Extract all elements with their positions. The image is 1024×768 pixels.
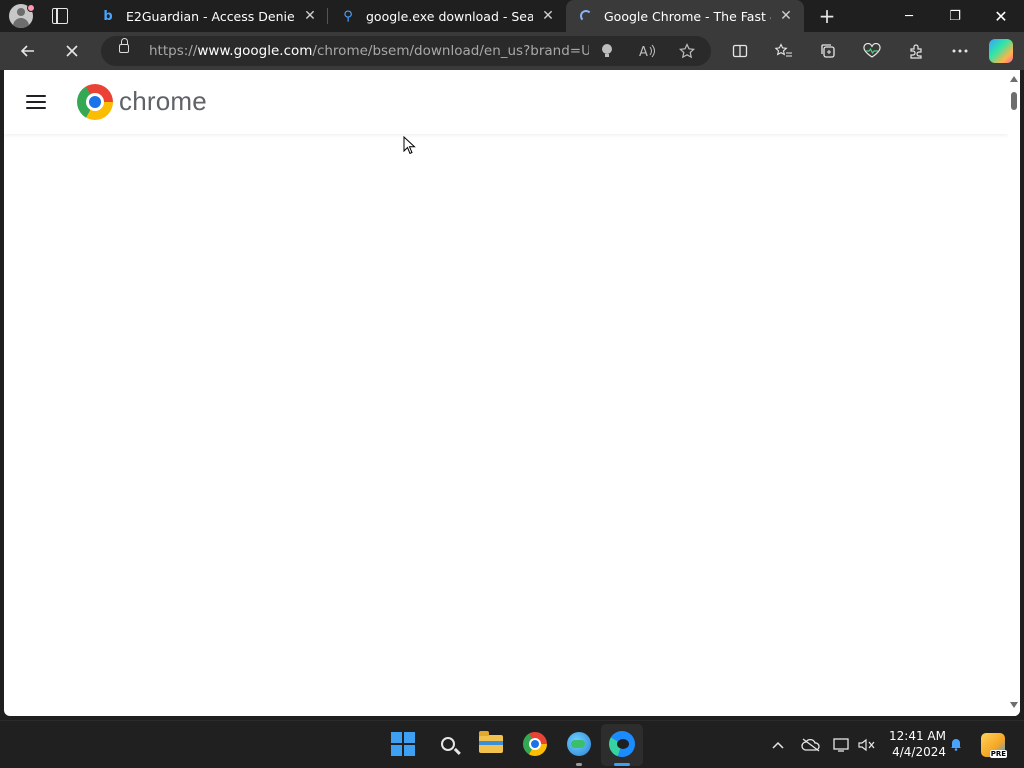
collections-icon <box>821 44 835 58</box>
bing-icon: b <box>103 8 113 24</box>
chrome-wordmark[interactable]: chrome <box>119 86 207 117</box>
url-text[interactable]: https://www.google.com/chrome/bsem/downl… <box>149 43 589 59</box>
windows-taskbar <box>0 720 1024 768</box>
vertical-scrollbar[interactable] <box>1008 70 1020 716</box>
edge-icon <box>609 731 635 757</box>
tab-title: Google Chrome - The Fast & Sec <box>604 8 771 24</box>
profile-notification-dot <box>27 4 35 12</box>
windows-start-icon <box>391 732 415 756</box>
tab-actions-icon[interactable] <box>52 8 68 24</box>
split-screen-icon <box>732 44 748 58</box>
favorites-list-icon <box>775 43 792 57</box>
show-hidden-icons-button[interactable] <box>768 733 788 757</box>
cloud-offline-icon <box>801 738 820 752</box>
start-button[interactable] <box>390 731 416 757</box>
tab-title: E2Guardian - Access Denied <box>126 8 295 24</box>
file-explorer-icon <box>479 731 503 753</box>
system-clock[interactable]: 12:41 AM 4/4/2024 <box>884 728 946 760</box>
chevron-up-icon <box>772 741 784 749</box>
monitor-network-icon <box>833 738 849 752</box>
chrome-logo-icon[interactable] <box>77 84 113 120</box>
tab-close-icon[interactable]: ✕ <box>777 7 795 25</box>
extensions-icon <box>910 44 922 59</box>
back-button[interactable] <box>16 39 40 63</box>
lock-icon[interactable] <box>119 38 129 53</box>
settings-more-button[interactable] <box>948 39 972 63</box>
tab-search[interactable]: ⚲ google.exe download - Search ✕ <box>328 0 566 32</box>
onedrive-button[interactable] <box>800 733 822 757</box>
extensions-button[interactable] <box>904 39 928 63</box>
mouse-cursor-icon <box>403 136 416 155</box>
clock-time: 12:41 AM <box>889 729 946 743</box>
minimize-button[interactable]: ─ <box>886 0 932 32</box>
running-indicator <box>576 763 582 766</box>
collections-button[interactable] <box>816 39 840 63</box>
chrome-site-header: chrome <box>4 70 1008 134</box>
scroll-thumb[interactable] <box>1011 92 1017 110</box>
preview-badge: PRE <box>989 750 1007 758</box>
network-button[interactable] <box>832 733 852 757</box>
scroll-up-arrow-icon[interactable] <box>1010 76 1018 82</box>
clock-date: 4/4/2024 <box>892 745 946 759</box>
back-arrow-icon <box>20 45 34 57</box>
file-explorer-button[interactable] <box>478 731 504 757</box>
tab-chrome-download[interactable]: Google Chrome - The Fast & Sec ✕ <box>566 0 804 32</box>
copilot-icon[interactable] <box>989 39 1013 63</box>
browser-essentials-button[interactable] <box>860 39 884 63</box>
maps-icon <box>567 732 591 756</box>
scroll-down-arrow-icon[interactable] <box>1010 702 1018 708</box>
taskbar-search-button[interactable] <box>435 731 461 757</box>
web-page: chrome <box>4 70 1020 716</box>
navigation-toolbar: https://www.google.com/chrome/bsem/downl… <box>0 32 1024 70</box>
favorite-star-icon[interactable] <box>677 41 697 61</box>
stop-icon <box>66 45 78 57</box>
edge-taskbar-button[interactable] <box>609 731 635 757</box>
speaker-muted-icon <box>858 738 875 752</box>
heart-pulse-icon <box>863 43 881 58</box>
notification-bell-icon[interactable] <box>949 737 963 751</box>
tab-title: google.exe download - Search <box>366 8 533 24</box>
loading-spinner-icon <box>578 8 594 24</box>
search-icon: ⚲ <box>343 8 353 24</box>
tab-close-icon[interactable]: ✕ <box>539 7 557 25</box>
lightbulb-icon[interactable] <box>597 41 617 61</box>
copilot-preview-icon[interactable]: PRE <box>981 733 1007 758</box>
volume-button[interactable] <box>857 733 877 757</box>
split-screen-button[interactable] <box>728 39 752 63</box>
restore-button[interactable]: ❐ <box>932 0 978 32</box>
read-aloud-icon[interactable]: A <box>637 41 657 61</box>
tab-close-icon[interactable]: ✕ <box>301 7 319 25</box>
tab-e2guardian[interactable]: b E2Guardian - Access Denied ✕ <box>88 0 328 32</box>
address-bar[interactable]: https://www.google.com/chrome/bsem/downl… <box>101 36 711 66</box>
favorites-button[interactable] <box>772 39 796 63</box>
stop-loading-button[interactable] <box>60 39 84 63</box>
close-window-button[interactable]: ✕ <box>978 0 1024 32</box>
chrome-taskbar-button[interactable] <box>522 731 548 757</box>
tab-strip: b E2Guardian - Access Denied ✕ ⚲ google.… <box>0 0 1024 32</box>
maps-app-button[interactable] <box>566 731 592 757</box>
search-icon <box>441 737 455 751</box>
more-dots-icon <box>952 49 968 53</box>
active-indicator <box>614 763 630 766</box>
svg-text:A: A <box>639 45 648 59</box>
hamburger-menu-icon[interactable] <box>26 95 46 109</box>
chrome-icon <box>523 732 547 756</box>
new-tab-button[interactable]: + <box>816 5 838 27</box>
